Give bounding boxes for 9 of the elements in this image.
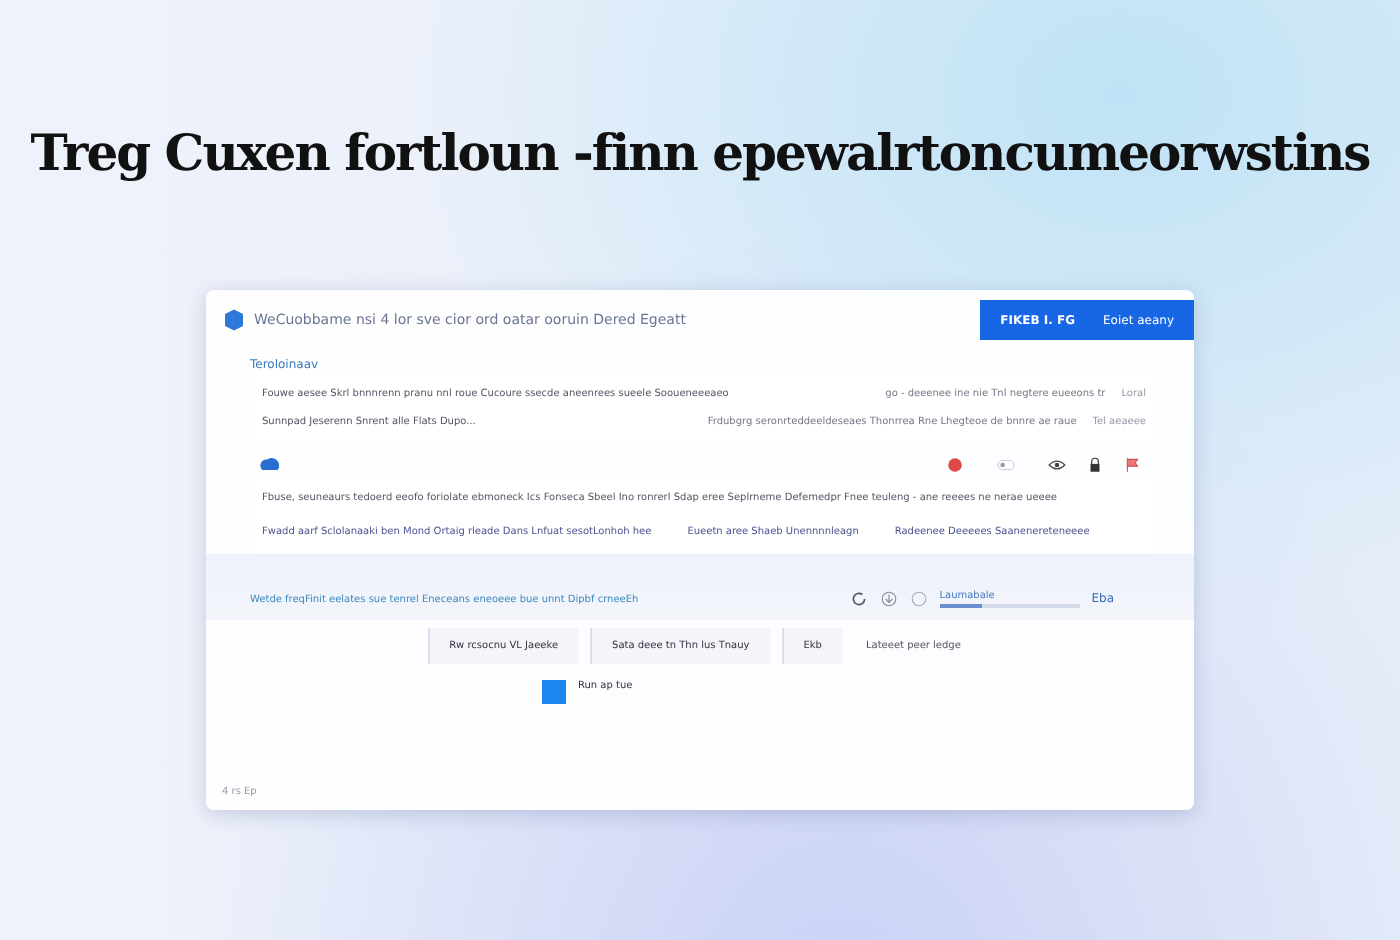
- flag-icon: [1124, 455, 1142, 473]
- logo-icon: [222, 308, 246, 332]
- eye-icon: [1048, 455, 1066, 473]
- checkbox[interactable]: [542, 680, 566, 704]
- refresh-icon: [849, 590, 868, 608]
- page-headline: Treg Cuxen fortloun -finn epewalrtoncumeorwstins: [30, 124, 1370, 182]
- download-icon: [879, 590, 898, 608]
- lock-icon: [1086, 455, 1104, 473]
- record-icon: [946, 455, 964, 473]
